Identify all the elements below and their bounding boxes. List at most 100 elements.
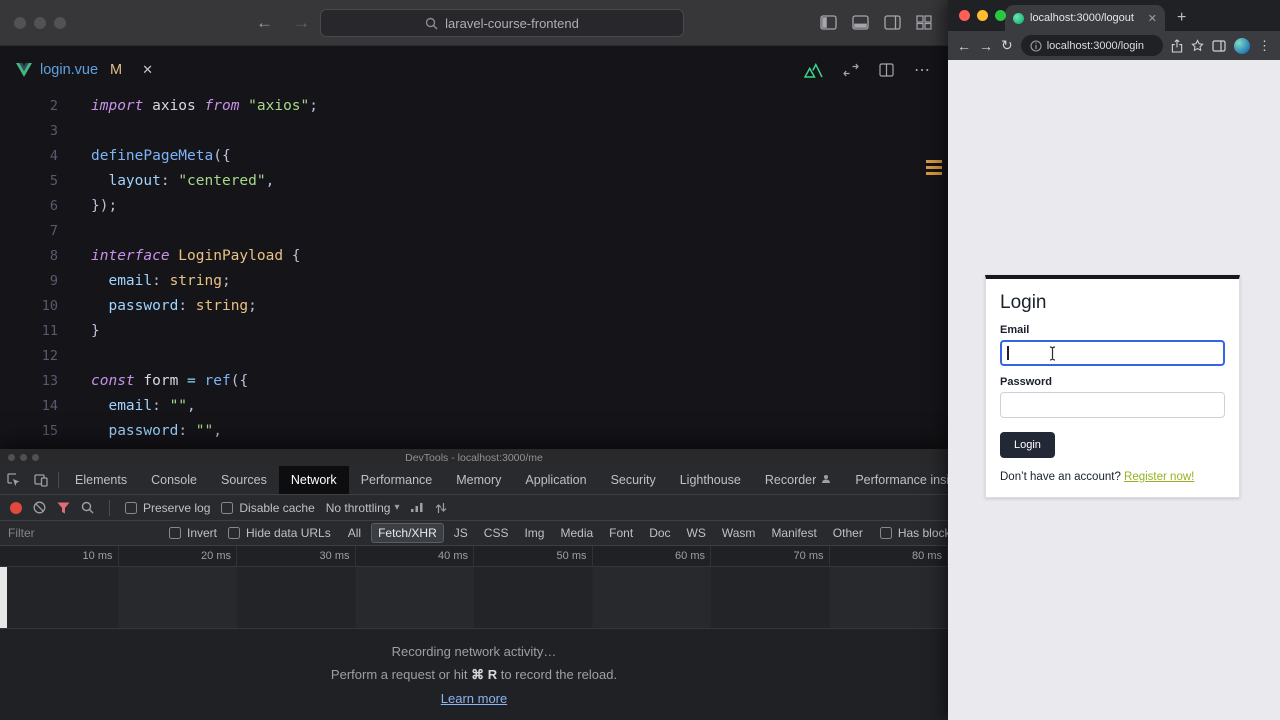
filter-icon[interactable] (57, 502, 70, 514)
devtools-tab-memory[interactable]: Memory (444, 466, 513, 494)
filter-chip-fetch-xhr[interactable]: Fetch/XHR (371, 523, 444, 543)
browser-tab[interactable]: localhost:3000/logout ✕ (1005, 5, 1165, 31)
inspect-element-icon[interactable] (0, 473, 27, 487)
password-field-wrap (1000, 392, 1225, 418)
record-network-log-button[interactable] (10, 501, 22, 514)
disable-cache-option: Disable cache (221, 501, 315, 515)
filter-chip-font[interactable]: Font (603, 524, 639, 542)
new-tab-button[interactable]: + (1177, 9, 1186, 27)
devtools-tab-console[interactable]: Console (139, 466, 209, 494)
divider (109, 499, 110, 516)
split-editor-icon[interactable] (879, 63, 894, 77)
browser-window-controls (959, 10, 1006, 21)
layout-controls (820, 15, 932, 30)
line-number: 7 (49, 223, 58, 239)
hide-data-urls-checkbox[interactable] (228, 527, 241, 539)
chevron-down-icon: ▾ (394, 502, 400, 513)
import-export-har-icon[interactable] (435, 502, 447, 514)
back-icon[interactable]: ← (957, 38, 971, 54)
side-panel-icon[interactable] (1212, 39, 1226, 52)
disable-cache-checkbox[interactable] (221, 501, 234, 514)
devtools-tab-performance[interactable]: Performance (349, 466, 445, 494)
devtools-tab-elements[interactable]: Elements (63, 466, 139, 494)
register-link[interactable]: Register now! (1124, 471, 1194, 483)
address-bar[interactable]: localhost:3000/login (1020, 35, 1163, 56)
filter-chip-manifest[interactable]: Manifest (765, 524, 822, 542)
filter-chip-js[interactable]: JS (448, 524, 474, 542)
vue-icon (16, 63, 32, 77)
back-icon[interactable]: ← (256, 13, 273, 33)
devtools-tab-network[interactable]: Network (278, 466, 349, 494)
code-editor[interactable]: 2 import axios from "axios"; 3 4 definePageM… (0, 94, 948, 449)
search-network-icon[interactable] (81, 501, 94, 514)
toggle-sidebar-icon[interactable] (820, 15, 837, 30)
invert-checkbox[interactable] (169, 527, 181, 539)
site-info-icon[interactable] (1030, 39, 1042, 52)
throttling-dropdown[interactable]: No throttling ▾ (326, 501, 400, 515)
command-center-search[interactable]: laravel-course-frontend (320, 9, 684, 37)
clear-network-log-icon[interactable] (33, 501, 46, 514)
line-number: 8 (49, 248, 58, 264)
hint-post: to record the reload. (497, 666, 618, 682)
window-controls (14, 16, 66, 29)
toggle-panel-icon[interactable] (852, 15, 869, 30)
devtools-tab-lighthouse[interactable]: Lighthouse (668, 466, 753, 494)
tab-favicon (1013, 12, 1024, 24)
vscode-window: ← → laravel-course-frontend login.vue M … (0, 0, 948, 449)
tab-login-vue[interactable]: login.vue M ✕ (16, 62, 153, 78)
profile-avatar[interactable] (1234, 37, 1250, 54)
close-tab-icon[interactable]: ✕ (142, 62, 153, 78)
refresh-icon[interactable]: ↻ (1001, 37, 1013, 54)
line-number: 12 (41, 348, 58, 364)
preserve-log-checkbox[interactable] (125, 501, 137, 514)
network-conditions-icon[interactable] (410, 502, 424, 513)
devtools-tab-label: Performance insights (855, 473, 948, 487)
learn-more-link[interactable]: Learn more (441, 691, 507, 706)
filter-input[interactable] (8, 526, 158, 540)
filter-chip-img[interactable]: Img (518, 524, 550, 542)
scrollbar-thumb[interactable] (0, 567, 7, 628)
filter-chip-media[interactable]: Media (554, 524, 599, 542)
devtools-tab-application[interactable]: Application (513, 466, 598, 494)
toggle-secondary-sidebar-icon[interactable] (884, 15, 901, 30)
filter-chip-wasm[interactable]: Wasm (716, 524, 762, 542)
filter-chip-all[interactable]: All (342, 524, 367, 542)
close-window-button[interactable] (959, 10, 970, 21)
minimize-window-button[interactable] (977, 10, 988, 21)
more-actions-icon[interactable]: ⋯ (914, 60, 930, 80)
line-number: 15 (41, 423, 58, 439)
filter-chip-doc[interactable]: Doc (643, 524, 676, 542)
filter-chip-css[interactable]: CSS (478, 524, 515, 542)
email-field[interactable] (1000, 340, 1225, 366)
hide-data-urls-option: Hide data URLs (228, 526, 331, 540)
devtools-tab-security[interactable]: Security (599, 466, 668, 494)
login-button[interactable]: Login (1000, 432, 1055, 458)
nuxt-devtools-icon[interactable] (804, 62, 823, 78)
devtools-tab-performance-insights[interactable]: Performance insights (843, 466, 948, 494)
devtools-tab-label: Console (151, 473, 197, 487)
forward-icon[interactable]: → (293, 13, 310, 33)
browser-menu-icon[interactable]: ⋮ (1258, 38, 1271, 54)
close-window-button[interactable] (14, 16, 26, 29)
customize-layout-icon[interactable] (916, 15, 932, 30)
close-tab-icon[interactable]: ✕ (1148, 12, 1157, 25)
filter-chip-ws[interactable]: WS (681, 524, 712, 542)
devtools-tab-recorder[interactable]: Recorder (753, 466, 843, 494)
forward-icon[interactable]: → (979, 38, 993, 54)
devtools-tab-sources[interactable]: Sources (209, 466, 279, 494)
filter-chip-other[interactable]: Other (827, 524, 869, 542)
share-icon[interactable] (1171, 38, 1183, 53)
compare-changes-icon[interactable] (843, 63, 859, 77)
line-number: 6 (49, 198, 58, 214)
password-field[interactable] (1000, 392, 1225, 418)
has-blocked-cookies-checkbox[interactable] (879, 527, 892, 539)
maximize-window-button[interactable] (995, 10, 1006, 21)
device-toolbar-icon[interactable] (27, 473, 54, 487)
bookmark-star-icon[interactable] (1191, 39, 1204, 52)
minimize-window-button[interactable] (34, 16, 46, 29)
code-line: 10 password: string; (0, 294, 948, 319)
email-label: Email (1000, 324, 1030, 336)
maximize-window-button[interactable] (54, 16, 66, 29)
